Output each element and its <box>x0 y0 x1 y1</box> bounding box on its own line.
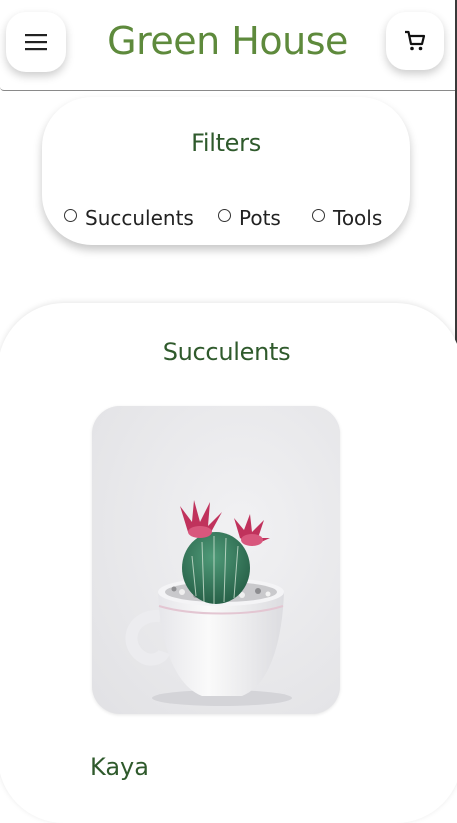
radio-button[interactable] <box>312 208 325 222</box>
app-header: Green House <box>0 0 455 91</box>
filter-option-succulents[interactable]: Succulents <box>64 206 194 230</box>
section-title: Succulents <box>162 338 291 366</box>
filters-panel: Filters Succulents Pots Tools <box>42 97 410 245</box>
filter-option-label: Pots <box>239 206 281 230</box>
filter-option-label: Tools <box>333 206 383 230</box>
filter-option-label: Succulents <box>85 206 194 230</box>
product-image[interactable] <box>92 406 340 714</box>
radio-button[interactable] <box>64 208 77 222</box>
radio-button[interactable] <box>218 208 231 222</box>
cactus-in-cup-image <box>92 406 340 714</box>
cart-icon <box>405 30 426 51</box>
filter-option-pots[interactable]: Pots <box>218 206 281 230</box>
cart-button[interactable] <box>386 12 444 70</box>
product-name[interactable]: Kaya <box>90 753 149 781</box>
filters-title: Filters <box>191 129 261 157</box>
succulents-section: Succulents Kaya <box>0 303 457 823</box>
filter-option-tools[interactable]: Tools <box>312 206 382 230</box>
